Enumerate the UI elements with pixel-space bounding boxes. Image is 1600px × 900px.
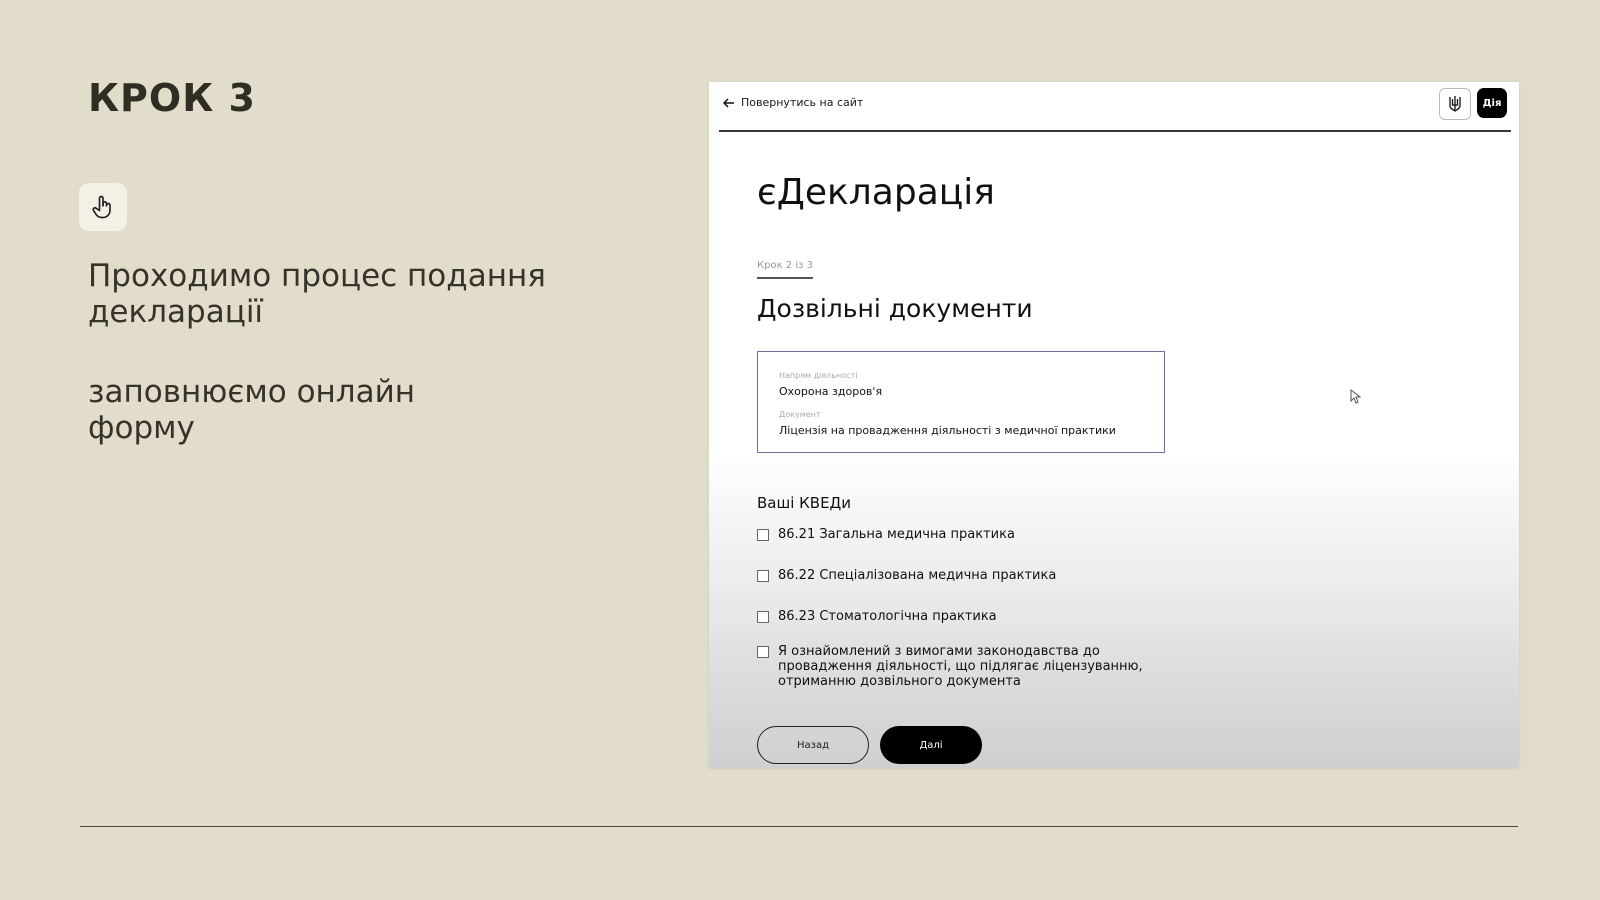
kved-option[interactable]: 86.22 Спеціалізована медична практика	[757, 568, 1056, 583]
acknowledgement-checkbox[interactable]	[757, 646, 769, 658]
kved-checkbox[interactable]	[757, 529, 769, 541]
activity-value: Охорона здоров'я	[779, 385, 883, 398]
acknowledgement-label: Я ознайомлений з вимогами законодавства …	[778, 644, 1143, 689]
kved-section-title: Ваші КВЕДи	[757, 494, 852, 512]
acknowledgement-option[interactable]: Я ознайомлений з вимогами законодавства …	[757, 644, 1187, 689]
document-label: Документ	[779, 410, 821, 419]
kved-label: 86.23 Стоматологічна практика	[778, 609, 997, 624]
next-button[interactable]: Далі	[880, 726, 982, 764]
mouse-cursor-icon	[1350, 389, 1361, 404]
kved-checkbox[interactable]	[757, 570, 769, 582]
hand-pointer-badge	[79, 183, 127, 231]
kved-label: 86.22 Спеціалізована медична практика	[778, 568, 1057, 583]
bottom-divider	[80, 826, 1518, 827]
back-button-label: Назад	[796, 739, 829, 751]
kved-option[interactable]: 86.21 Загальна медична практика	[757, 527, 1015, 542]
tryzub-icon	[1449, 96, 1461, 112]
slide-description-1: Проходимо процес подання декларації	[88, 258, 546, 330]
next-button-label: Далі	[919, 739, 943, 751]
step-indicator: Крок 2 із 3	[757, 260, 813, 279]
permit-document-card: Напрям діяльності Охорона здоров'я Докум…	[757, 351, 1165, 453]
section-title: Дозвільні документи	[757, 294, 1033, 323]
app-title: єДекларація	[757, 172, 995, 213]
screenshot-panel: Повернутись на сайт Дія єДекларація Крок…	[709, 82, 1519, 768]
activity-label: Напрям діяльності	[779, 371, 858, 380]
kved-label: 86.21 Загальна медична практика	[778, 527, 1015, 542]
app-header: Повернутись на сайт Дія	[719, 82, 1511, 132]
coat-of-arms-logo[interactable]	[1439, 88, 1471, 120]
document-value: Ліцензія на провадження діяльності з мед…	[779, 424, 1116, 437]
slide-title: КРОК 3	[88, 76, 256, 120]
kved-option[interactable]: 86.23 Стоматологічна практика	[757, 609, 997, 624]
back-to-site-link[interactable]: Повернутись на сайт	[723, 96, 863, 109]
slide-description-2: заповнюємо онлайн форму	[88, 374, 416, 446]
hand-pointer-icon	[92, 195, 111, 219]
kved-checkbox[interactable]	[757, 611, 769, 623]
back-button[interactable]: Назад	[757, 726, 869, 764]
diia-logo[interactable]: Дія	[1477, 88, 1507, 118]
diia-logo-label: Дія	[1482, 97, 1502, 109]
arrow-left-icon	[723, 97, 734, 108]
back-link-label: Повернутись на сайт	[741, 96, 864, 109]
